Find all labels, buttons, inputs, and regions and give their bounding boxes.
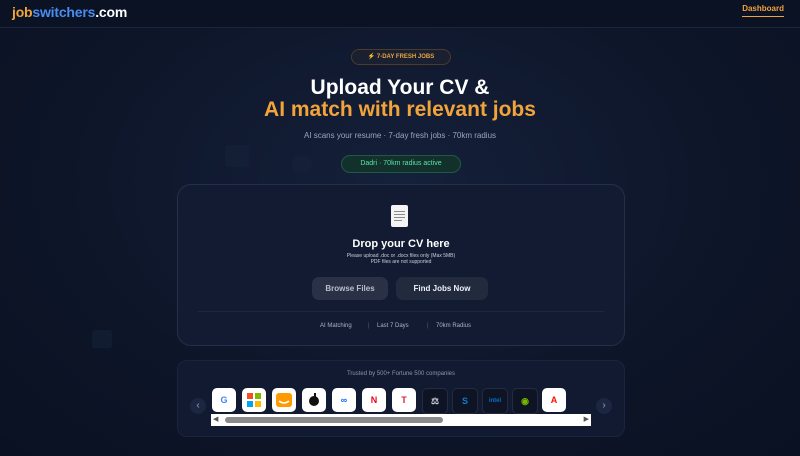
netflix-icon: N (362, 388, 386, 412)
hero-subtitle: AI scans your resume · 7-day fresh jobs … (303, 131, 497, 140)
logo-part-job: job (12, 4, 33, 20)
scroll-right-arrow[interactable]: ▶ (584, 415, 589, 423)
separator: | (368, 323, 370, 329)
trusted-label: Trusted by 500+ Fortune 500 companies (346, 371, 455, 377)
top-nav: jobswitchers.com Dashboard (0, 0, 800, 28)
logo-part-switchers: switchers (32, 4, 96, 20)
carousel-prev-button[interactable]: ‹ (190, 398, 206, 414)
feature-last-7-days: Last 7 Days (377, 323, 409, 329)
document-icon (391, 205, 408, 227)
hero-title-line1: Upload Your CV & (310, 76, 490, 99)
intel-icon: intel (482, 388, 508, 414)
carousel-next-button[interactable]: › (596, 398, 612, 414)
location-chip: Dadri · 70km radius active (341, 155, 461, 173)
carousel-scrollbar[interactable]: ◀ ▶ (211, 414, 591, 426)
logo-part-com: .com (95, 4, 128, 20)
apple-icon (302, 388, 326, 412)
hero-title-line2: AI match with relevant jobs (264, 98, 536, 121)
browse-files-button[interactable]: Browse Files (312, 277, 388, 300)
fresh-jobs-badge: ⚡ 7-DAY FRESH JOBS (351, 49, 451, 65)
dashboard-link[interactable]: Dashboard (742, 4, 784, 17)
dropzone-title: Drop your CV here (352, 238, 450, 250)
feature-ai-matching: AI Matching (320, 323, 352, 329)
trusted-companies-panel: Trusted by 500+ Fortune 500 companies ‹ … (177, 360, 625, 437)
background-icon (292, 155, 312, 173)
amazon-icon (272, 388, 296, 412)
meta-icon: ∞ (332, 388, 356, 412)
nvidia-icon: ◉ (512, 388, 538, 414)
find-jobs-button[interactable]: Find Jobs Now (396, 277, 488, 300)
background-icon (92, 330, 112, 348)
site-logo[interactable]: jobswitchers.com (12, 4, 127, 20)
microsoft-icon (242, 388, 266, 412)
company-logo-carousel[interactable]: G ∞ N T ⚖ Sintel ◉ A (212, 388, 592, 414)
scroll-left-arrow[interactable]: ◀ (213, 415, 218, 423)
salesforce-icon: S (452, 388, 478, 414)
google-icon: G (212, 388, 236, 412)
scrollbar-thumb[interactable] (225, 417, 443, 423)
pdf-note: PDF files are not supported (370, 259, 432, 265)
background-icon (225, 145, 249, 167)
divider (198, 311, 604, 312)
tesla-icon: T (392, 388, 416, 412)
separator: | (427, 323, 429, 329)
adobe-icon: A (542, 388, 566, 412)
ibm-icon: ⚖ (422, 388, 448, 414)
cv-upload-dropzone[interactable]: Drop your CV here Please upload .doc or … (177, 184, 625, 346)
feature-70km-radius: 70km Radius (436, 323, 472, 329)
